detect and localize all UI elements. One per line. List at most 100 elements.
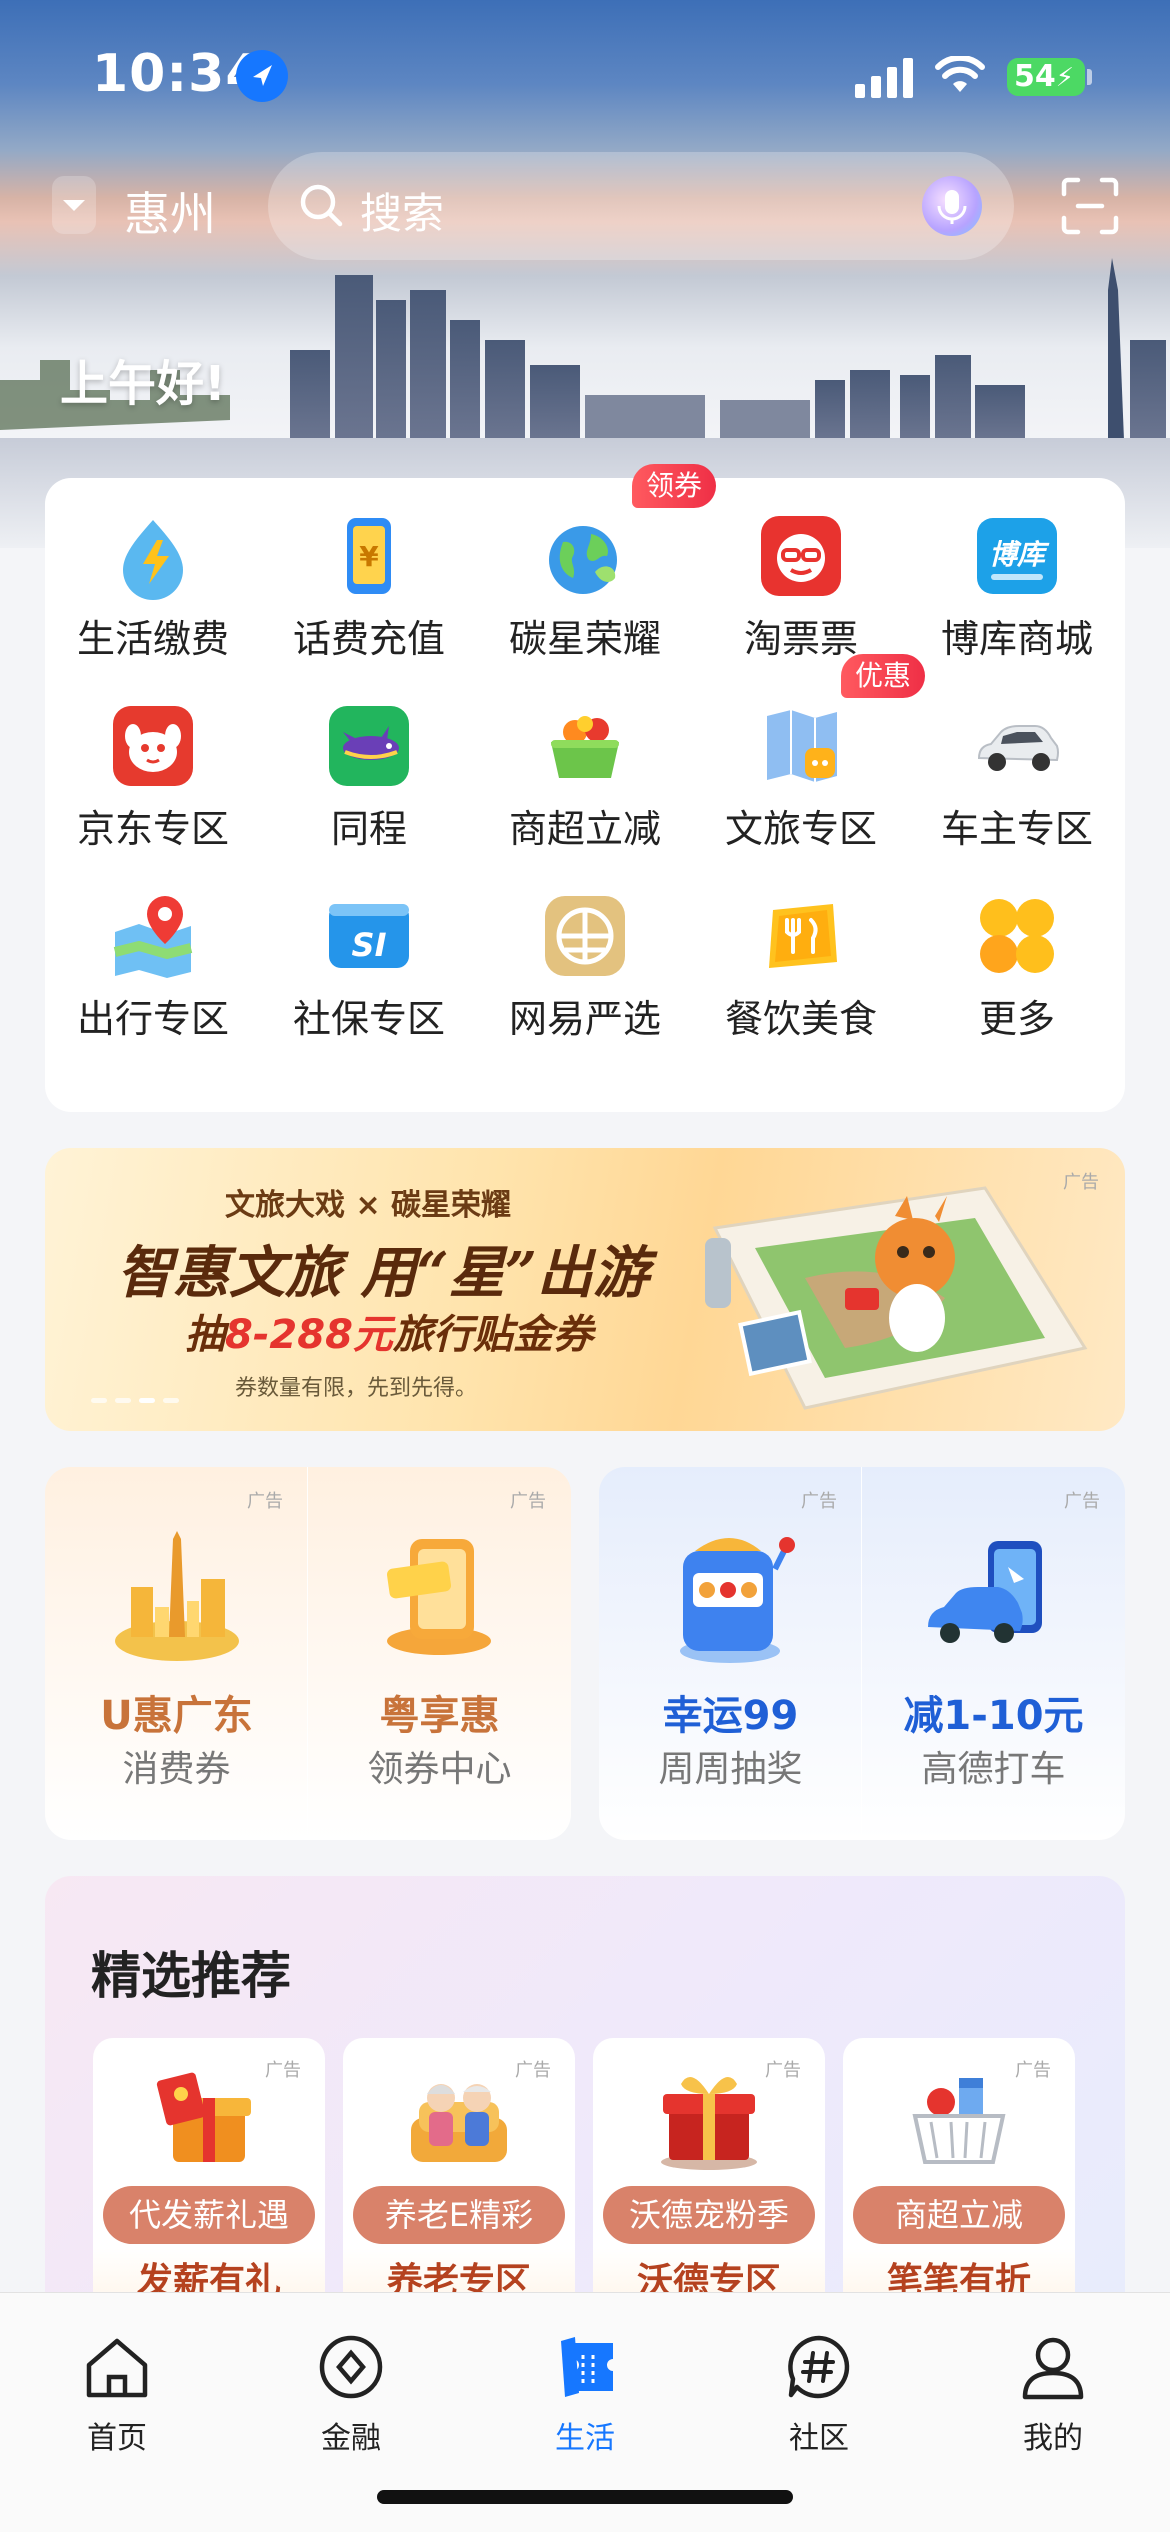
featured-card-title: 沃德专区 <box>636 2261 781 2296</box>
service-label: 商超立减 <box>508 807 661 851</box>
service-culture-travel[interactable]: 优惠 文旅专区 <box>693 654 926 858</box>
tab-community[interactable]: 社区 <box>719 2313 919 2456</box>
tab-profile[interactable]: 我的 <box>953 2313 1153 2456</box>
social-security-icon: SI <box>329 904 409 968</box>
service-label: 社保专区 <box>292 997 445 1041</box>
featured-pill: 养老E精彩 <box>353 2186 565 2244</box>
service-dining[interactable]: 餐饮美食 <box>693 858 909 1048</box>
service-social-security[interactable]: SI 社保专区 <box>261 858 477 1048</box>
coupon-phone-icon <box>386 1539 491 1655</box>
service-tongcheng[interactable]: 同程 <box>261 668 477 858</box>
featured-card-elderly[interactable]: 广告 养老E精彩 养老专区 <box>343 2038 575 2296</box>
car-icon <box>977 725 1059 771</box>
tab-finance[interactable]: 金融 <box>251 2313 451 2456</box>
promo-subtitle: 领券中心 <box>367 1749 512 1790</box>
cellular-signal-icon <box>855 58 913 98</box>
service-yanxuan[interactable]: 网易严选 <box>477 858 693 1048</box>
service-label: 文旅专区 <box>724 807 877 851</box>
tongcheng-icon <box>329 706 409 786</box>
ad-label: 广告 <box>1064 1491 1100 1512</box>
service-label: 同程 <box>330 807 407 851</box>
tab-label: 我的 <box>1023 2421 1083 2456</box>
earth-icon <box>549 526 617 594</box>
banner-offer: 抽8-288元旅行贴金券 <box>185 1302 593 1360</box>
featured-card-grocery[interactable]: 广告 商超立减 笔笔有折 <box>843 2038 1075 2296</box>
tab-life[interactable]: 生活 <box>485 2313 685 2456</box>
slot-machine-icon <box>680 1537 795 1663</box>
microphone-icon <box>937 190 967 224</box>
taopiaopiao-icon <box>761 516 841 596</box>
promo-title: 粤享惠 <box>379 1693 500 1739</box>
ad-label: 广告 <box>247 1491 283 1512</box>
service-label: 碳星荣耀 <box>508 617 661 661</box>
featured-section: 精选推荐 广告 代发薪礼遇 发薪有礼 广告 养老E精彩 养老专区 广告 沃德宠粉… <box>45 1876 1125 2296</box>
promo-subtitle: 高德打车 <box>921 1749 1066 1790</box>
grocery-basket-icon <box>551 716 619 778</box>
service-phone-recharge[interactable]: ¥ 话费充值 <box>261 478 477 668</box>
scan-icon[interactable] <box>1060 176 1120 236</box>
profile-icon <box>1022 2337 1084 2400</box>
promo-yue-xiang-hui[interactable]: 广告 粤享惠 领券中心 <box>308 1467 571 1840</box>
service-travel-zone[interactable]: 出行专区 <box>45 858 261 1048</box>
banner-offer-amount: 8-288元 <box>225 1312 393 1358</box>
city-dropdown-toggle[interactable] <box>52 176 96 234</box>
home-indicator[interactable] <box>377 2490 793 2504</box>
service-more[interactable]: 更多 <box>909 858 1125 1048</box>
search-icon <box>300 184 343 227</box>
gift-box-icon <box>661 2076 757 2170</box>
ad-label: 广告 <box>765 2060 801 2081</box>
service-grid: 生活缴费 ¥ 话费充值 领券 碳星荣耀 淘票票 博库 博库商城 京东专区 同程 … <box>45 464 1125 1112</box>
service-label: 出行专区 <box>76 997 229 1041</box>
city-selector[interactable]: 惠州 <box>124 178 216 244</box>
city-tower-icon <box>115 1531 239 1661</box>
service-taopiaopiao[interactable]: 淘票票 <box>693 478 909 668</box>
community-hashtag-icon <box>788 2335 850 2399</box>
featured-card-title: 养老专区 <box>386 2261 531 2296</box>
service-grocery-discount[interactable]: 商超立减 <box>477 668 693 858</box>
banner-headline: 智惠文旅 用“星”出游 <box>117 1240 649 1306</box>
promo-banner[interactable]: 文旅大戏 × 碳星荣耀 智惠文旅 用“星”出游 抽8-288元旅行贴金券 券数量… <box>45 1148 1125 1431</box>
banner-offer-prefix: 抽 <box>185 1312 225 1358</box>
taxi-phone-icon <box>928 1541 1042 1643</box>
battery-level: 54 <box>1014 59 1056 94</box>
promo-subtitle: 周周抽奖 <box>658 1749 803 1790</box>
dining-icon <box>769 904 837 968</box>
greeting-text: 上午好! <box>60 356 226 412</box>
service-label: 话费充值 <box>292 617 445 661</box>
wifi-icon <box>935 56 985 92</box>
promo-card-right: 广告 幸运99 周周抽奖 广告 减1-10元 高德打车 <box>599 1467 1125 1840</box>
search-bar[interactable]: 搜索 <box>268 152 1014 260</box>
location-arrow-icon <box>236 50 288 102</box>
elderly-couple-icon <box>411 2084 507 2162</box>
tab-home[interactable]: 首页 <box>17 2313 217 2456</box>
service-jd-zone[interactable]: 京东专区 <box>45 668 261 858</box>
promo-lucky-99[interactable]: 广告 幸运99 周周抽奖 <box>599 1467 862 1840</box>
life-ticket-icon <box>561 2337 613 2397</box>
service-label: 生活缴费 <box>76 617 229 661</box>
service-carbon-star[interactable]: 领券 碳星荣耀 <box>477 464 717 668</box>
ad-label: 广告 <box>510 1491 546 1512</box>
voice-search-button[interactable] <box>922 176 982 236</box>
tab-label: 首页 <box>87 2421 147 2456</box>
charging-bolt-icon: ⚡ <box>1055 63 1075 93</box>
promo-title: 减1-10元 <box>903 1693 1084 1739</box>
featured-card-salary[interactable]: 广告 代发薪礼遇 发薪有礼 <box>93 2038 325 2296</box>
featured-pill: 沃德宠粉季 <box>603 2186 815 2244</box>
promo-amap-taxi[interactable]: 广告 减1-10元 高德打车 <box>862 1467 1125 1840</box>
map-pin-icon <box>113 896 193 978</box>
ad-label: 广告 <box>1015 2060 1051 2081</box>
boku-icon: 博库 <box>977 518 1057 594</box>
service-utility-payment[interactable]: 生活缴费 <box>45 478 261 668</box>
promo-u-hui-guangdong[interactable]: 广告 U惠广东 消费券 <box>45 1467 308 1840</box>
featured-card-ward[interactable]: 广告 沃德宠粉季 沃德专区 <box>593 2038 825 2296</box>
svg-text:¥: ¥ <box>359 540 379 573</box>
service-boku-mall[interactable]: 博库 博库商城 <box>909 478 1125 668</box>
service-label: 车主专区 <box>940 807 1093 851</box>
battery-cap <box>1087 69 1092 85</box>
service-car-owner[interactable]: 车主专区 <box>909 668 1125 858</box>
service-label: 博库商城 <box>940 617 1093 661</box>
promo-subtitle: 消费券 <box>122 1749 231 1790</box>
service-label: 更多 <box>978 997 1055 1041</box>
featured-card-title: 笔笔有折 <box>886 2261 1031 2296</box>
battery-indicator: 54⚡ <box>1007 58 1085 96</box>
